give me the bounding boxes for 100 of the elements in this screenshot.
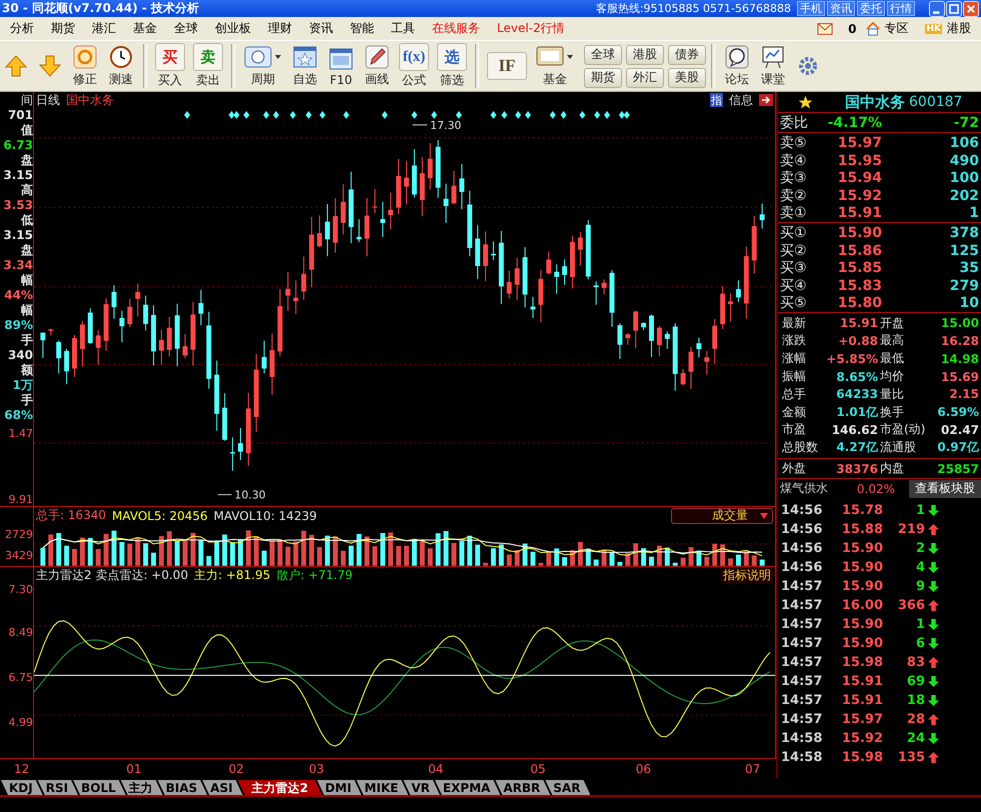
- market-button[interactable]: 外汇: [626, 68, 664, 88]
- stat-text: 44%: [4, 288, 33, 303]
- exit-icon[interactable]: [759, 94, 773, 106]
- indicator-tab[interactable]: RSI: [38, 780, 78, 795]
- stat-label: 开盘: [879, 314, 905, 332]
- leader-line: [412, 124, 428, 126]
- toolbar-button[interactable]: 自选: [288, 42, 322, 90]
- indicator-tab[interactable]: BOLL: [73, 780, 126, 795]
- stat-label: 最新: [781, 314, 807, 332]
- sector-stocks-button[interactable]: 查看板块股: [909, 480, 981, 498]
- market-button[interactable]: 债券: [668, 44, 706, 64]
- indicator-tab[interactable]: 主力雷达2: [238, 780, 322, 795]
- info-button[interactable]: 信息: [729, 92, 753, 108]
- period-label[interactable]: 日线: [36, 92, 60, 108]
- stat-text: 高: [21, 183, 33, 198]
- up-arrow-icon: [3, 53, 29, 79]
- toolbar-button[interactable]: 论坛: [720, 42, 754, 90]
- mail-icon[interactable]: [817, 22, 834, 36]
- indicator-help-link[interactable]: 指标说明: [721, 566, 773, 584]
- toolbar-button[interactable]: 课堂: [756, 42, 790, 90]
- menu-item[interactable]: 理财: [268, 20, 292, 37]
- order-level-label: 买④: [780, 276, 808, 295]
- menu-item[interactable]: 智能: [350, 20, 374, 37]
- tick-time: 14:57: [781, 693, 824, 708]
- star-icon[interactable]: [798, 94, 813, 110]
- tick-volume: 18: [906, 693, 925, 708]
- tick-price: 15.91: [841, 674, 883, 690]
- tick-price: 16.00: [841, 598, 883, 614]
- toolbar-button[interactable]: f(x) 公式: [396, 42, 432, 90]
- toolbar-button[interactable]: 测速: [104, 42, 138, 90]
- toolbar-button[interactable]: 周期: [240, 42, 286, 90]
- stat-value: 1.01亿: [835, 404, 878, 421]
- low-price-label: 10.30: [234, 488, 266, 502]
- date-label: 05: [530, 762, 546, 776]
- stat-value: 0.97亿: [936, 439, 979, 456]
- menu-item[interactable]: 港汇: [92, 20, 116, 37]
- order-price: 15.80: [836, 294, 882, 311]
- zone-link[interactable]: 专区: [884, 20, 908, 37]
- stat-label: 市盈(动): [879, 421, 926, 438]
- indicator-tab[interactable]: ARBR: [495, 780, 550, 795]
- maximize-icon[interactable]: [946, 0, 962, 16]
- stat-value: 64233: [835, 387, 878, 402]
- title-bar-button[interactable]: 委托: [857, 1, 885, 16]
- title-bar-button[interactable]: 行情: [887, 1, 915, 16]
- stat-text: 手: [21, 393, 33, 408]
- house-icon[interactable]: [865, 22, 882, 36]
- market-button[interactable]: 港股: [626, 44, 664, 64]
- close-icon[interactable]: [963, 0, 979, 16]
- tick-time: 14:58: [781, 731, 824, 746]
- order-price: 15.97: [836, 135, 882, 152]
- indicator-tab[interactable]: 主力: [120, 780, 163, 795]
- tick-time: 14:57: [781, 655, 824, 670]
- stat-value: 38376: [835, 462, 878, 476]
- leader-line: [217, 494, 232, 496]
- indicator-tab[interactable]: VR: [403, 780, 440, 795]
- toolbar-button[interactable]: 卖 卖出: [190, 42, 226, 90]
- toolbar-button[interactable]: 选 筛选: [434, 42, 470, 90]
- toolbar-button[interactable]: F10: [324, 42, 358, 90]
- indicator-tab[interactable]: ASI: [202, 780, 243, 795]
- stat-value: 16.28: [940, 334, 979, 348]
- date-label: 12: [14, 762, 30, 776]
- volume-dropdown[interactable]: 成交量: [671, 508, 773, 524]
- indicator-name: 主力雷达2 卖点雷达: +0.00: [36, 566, 188, 584]
- hk-stocks-link[interactable]: 港股: [947, 20, 971, 37]
- indicator-tab[interactable]: EXPMA: [434, 780, 500, 795]
- stat-text: 701: [8, 108, 33, 123]
- tick-price: 15.90: [841, 636, 883, 652]
- tick-time: 14:58: [781, 750, 824, 766]
- menu-item[interactable]: 全球: [174, 20, 198, 37]
- stat-text: 3.15: [3, 228, 33, 243]
- menu-item[interactable]: 在线服务: [432, 20, 480, 37]
- menu-item[interactable]: 资讯: [309, 20, 333, 37]
- market-button[interactable]: 全球: [584, 44, 622, 64]
- indicator-tab[interactable]: MIKE: [356, 780, 408, 795]
- title-bar-button[interactable]: 资讯: [827, 1, 855, 16]
- tick-time: 14:57: [781, 674, 824, 690]
- clock-icon: [108, 44, 134, 70]
- indicator-tab[interactable]: KDJ: [1, 780, 43, 795]
- toolbar-button[interactable]: 修正: [68, 42, 102, 90]
- retail-value: 散户: +71.79: [276, 566, 353, 584]
- toolbar-button[interactable]: 画线: [360, 42, 394, 90]
- toolbar-button[interactable]: 买 买入: [152, 42, 188, 90]
- menu-item[interactable]: 分析: [10, 20, 34, 37]
- indicator-button[interactable]: 指: [710, 93, 723, 107]
- indicator-tab[interactable]: SAR: [545, 780, 590, 795]
- menu-item[interactable]: Level-2行情: [497, 20, 565, 37]
- minimize-icon[interactable]: [929, 0, 945, 16]
- menu-item[interactable]: 创业板: [215, 20, 251, 37]
- tick-price: 15.90: [841, 579, 883, 594]
- market-button[interactable]: 期货: [584, 68, 622, 88]
- order-price: 15.94: [836, 170, 882, 186]
- title-bar-button[interactable]: 手机: [797, 1, 825, 16]
- menu-item[interactable]: 基金: [133, 20, 157, 37]
- order-volume: 125: [948, 242, 979, 259]
- menu-item[interactable]: 期货: [51, 20, 75, 37]
- indicator-tab[interactable]: BIAS: [158, 780, 208, 795]
- menu-item[interactable]: 工具: [391, 20, 415, 37]
- toolbar-button[interactable]: 基金: [532, 42, 578, 90]
- indicator-tab[interactable]: DMI: [317, 780, 362, 795]
- market-button[interactable]: 美股: [668, 68, 706, 88]
